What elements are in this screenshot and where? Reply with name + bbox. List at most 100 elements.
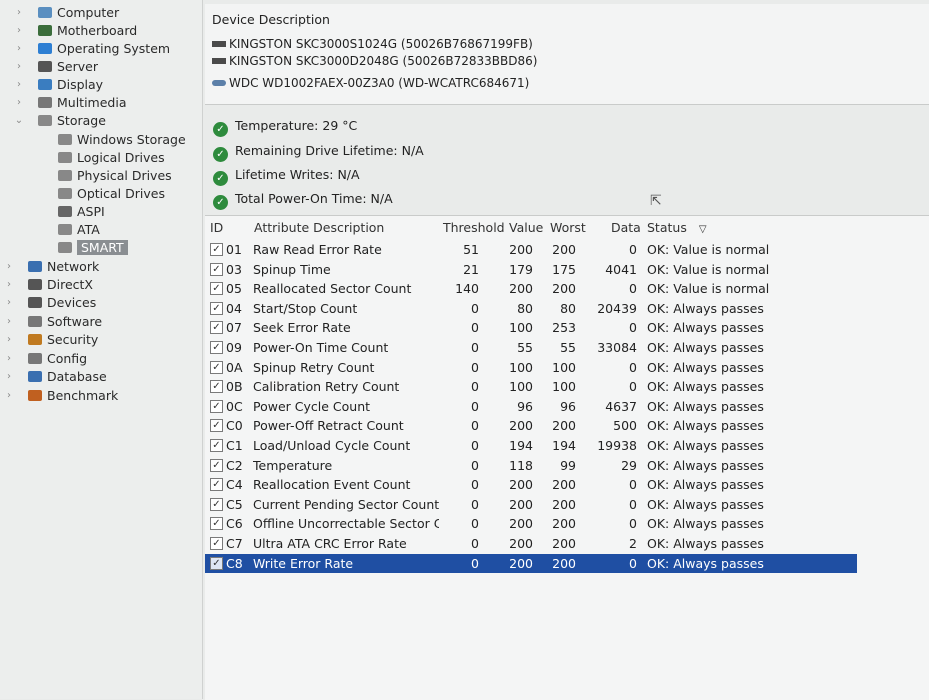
expand-arrow-icon[interactable]: › xyxy=(14,76,24,94)
row-checkbox[interactable]: ✓ xyxy=(210,380,223,394)
tree-item-label: Security xyxy=(47,332,99,347)
row-checkbox[interactable]: ✓ xyxy=(210,282,223,296)
cell-value: 100 xyxy=(509,359,533,375)
expand-arrow-icon[interactable]: › xyxy=(4,387,14,405)
table-row[interactable]: ✓ C7 Ultra ATA CRC Error Rate 0 200 200 2 OK: A… xyxy=(205,534,857,553)
expand-arrow-icon[interactable]: › xyxy=(14,94,24,112)
device-item[interactable]: KINGSTON SKC3000S1024G (50026B76867199FB… xyxy=(212,35,533,53)
tree-item-label: Storage xyxy=(57,113,106,128)
status-text: Temperature: 29 °C xyxy=(235,118,358,133)
tree-item-devices[interactable]: › Devices xyxy=(7,294,96,312)
expand-arrow-icon[interactable]: › xyxy=(14,4,24,22)
tree-item-windows-storage[interactable]: Windows Storage xyxy=(58,131,186,149)
row-checkbox[interactable]: ✓ xyxy=(210,458,223,472)
row-checkbox[interactable]: ✓ xyxy=(210,243,223,256)
cell-status: OK: Always passes xyxy=(647,379,764,395)
tree-item-network[interactable]: › Network xyxy=(7,258,99,276)
database-icon xyxy=(28,371,42,382)
status-item: ✓ Total Power-On Time: N/A xyxy=(213,189,393,210)
tree-item-config[interactable]: › Config xyxy=(7,350,87,368)
column-header-data[interactable]: Data xyxy=(611,216,641,240)
tree-item-physical-drives[interactable]: Physical Drives xyxy=(58,167,172,185)
cell-desc: Reallocation Event Count xyxy=(253,477,411,493)
row-checkbox[interactable]: ✓ xyxy=(210,517,223,531)
cell-value: 100 xyxy=(509,320,533,336)
table-row[interactable]: ✓ 05 Reallocated Sector Count 140 200 200 0 OK:… xyxy=(205,279,857,298)
row-checkbox[interactable]: ✓ xyxy=(210,419,223,433)
cell-status: OK: Always passes xyxy=(647,359,764,375)
column-header-threshold[interactable]: Threshold xyxy=(443,216,505,240)
expand-arrow-icon[interactable]: › xyxy=(4,313,14,331)
column-header-id[interactable]: ID xyxy=(210,216,223,240)
tree-item-ata[interactable]: ATA xyxy=(58,221,100,239)
tree-item-smart[interactable]: SMART xyxy=(58,239,128,257)
table-row[interactable]: ✓ C1 Load/Unload Cycle Count 0 194 194 19938 OK… xyxy=(205,436,857,455)
expand-arrow-icon[interactable]: › xyxy=(14,22,24,40)
expand-arrow-icon[interactable]: › xyxy=(4,368,14,386)
table-row[interactable]: ✓ C4 Reallocation Event Count 0 200 200 0 OK: A… xyxy=(205,475,857,494)
tree-item-display[interactable]: › Display xyxy=(17,76,103,94)
expand-arrow-icon[interactable]: › xyxy=(4,258,14,276)
tree-item-computer[interactable]: › Computer xyxy=(17,4,119,22)
expand-arrow-icon[interactable]: › xyxy=(14,58,24,76)
column-header-description[interactable]: Attribute Description xyxy=(254,216,384,240)
tree-item-directx[interactable]: › DirectX xyxy=(7,276,93,294)
collapse-arrow-icon[interactable]: ⌄ xyxy=(14,112,24,130)
logical-drives-icon xyxy=(58,152,72,163)
table-row[interactable]: ✓ 0B Calibration Retry Count 0 100 100 0 OK: Al… xyxy=(205,377,857,396)
table-row[interactable]: ✓ C0 Power-Off Retract Count 0 200 200 500 OK: … xyxy=(205,416,857,435)
tree-item-motherboard[interactable]: › Motherboard xyxy=(17,22,137,40)
tree-item-server[interactable]: › Server xyxy=(17,58,98,76)
tree-item-operating-system[interactable]: › Operating System xyxy=(17,40,170,58)
cell-id: 01 xyxy=(226,242,242,257)
cell-status: OK: Value is normal xyxy=(647,281,770,297)
row-checkbox[interactable]: ✓ xyxy=(210,341,223,354)
row-checkbox[interactable]: ✓ xyxy=(210,321,223,335)
table-row[interactable]: ✓ 04 Start/Stop Count 0 80 80 20439 OK: Always … xyxy=(205,299,857,318)
row-checkbox[interactable]: ✓ xyxy=(210,360,223,374)
column-header-worst[interactable]: Worst xyxy=(550,216,586,240)
expand-arrow-icon[interactable]: › xyxy=(4,350,14,368)
row-checkbox[interactable]: ✓ xyxy=(210,439,223,452)
expand-arrow-icon[interactable]: › xyxy=(4,294,14,312)
table-row[interactable]: ✓C6 Offline Uncorrectable Sector Co... 0 20… xyxy=(205,514,857,533)
column-header-status[interactable]: Status ▽ xyxy=(647,216,707,240)
tree-item-software[interactable]: › Software xyxy=(7,313,102,331)
tree-item-multimedia[interactable]: › Multimedia xyxy=(17,94,127,112)
device-item[interactable]: KINGSTON SKC3000D2048G (50026B72833BBD86… xyxy=(212,52,537,70)
row-checkbox[interactable]: ✓ xyxy=(210,262,223,276)
column-header-value[interactable]: Value xyxy=(509,216,543,240)
tree-item-optical-drives[interactable]: Optical Drives xyxy=(58,185,165,203)
row-checkbox[interactable]: ✓ xyxy=(210,497,223,511)
table-row[interactable]: ✓ 09 Power-On Time Count 0 55 55 33084 OK: Alwa… xyxy=(205,338,857,357)
table-row[interactable]: ✓ 0C Power Cycle Count 0 96 96 4637 OK: Always … xyxy=(205,397,857,416)
table-row[interactable]: ✓ C8 Write Error Rate 0 200 200 0 OK: Always pa… xyxy=(205,553,857,573)
device-item[interactable]: WDC WD1002FAEX-00Z3A0 (WD-WCATRC684671) xyxy=(212,74,529,92)
cell-data: 4637 xyxy=(605,398,637,414)
cell-desc: Seek Error Rate xyxy=(253,320,351,336)
cell-status: OK: Always passes xyxy=(647,477,764,493)
tree-item-aspi[interactable]: ASPI xyxy=(58,203,105,221)
expand-arrow-icon[interactable]: › xyxy=(14,40,24,58)
tree-item-logical-drives[interactable]: Logical Drives xyxy=(58,149,165,167)
tree-item-security[interactable]: › Security xyxy=(7,331,99,349)
table-row[interactable]: ✓ 0A Spinup Retry Count 0 100 100 0 OK: Always … xyxy=(205,358,857,377)
tree-item-benchmark[interactable]: › Benchmark xyxy=(7,387,118,405)
cell-value: 80 xyxy=(517,300,533,316)
expand-arrow-icon[interactable]: › xyxy=(4,331,14,349)
row-checkbox[interactable]: ✓ xyxy=(210,399,223,413)
table-row[interactable]: ✓ 07 Seek Error Rate 0 100 253 0 OK: Always pas… xyxy=(205,318,857,337)
table-row[interactable]: ✓ C2 Temperature 0 118 99 29 OK: Always passes xyxy=(205,456,857,475)
sort-icon: ▽ xyxy=(698,224,707,235)
table-row[interactable]: ✓ C5 Current Pending Sector Count 0 200 200 0 O… xyxy=(205,495,857,514)
row-checkbox[interactable]: ✓ xyxy=(210,537,223,550)
row-checkbox[interactable]: ✓ xyxy=(210,301,223,315)
expand-arrow-icon[interactable]: › xyxy=(4,276,14,294)
table-row[interactable]: ✓ 01 Raw Read Error Rate 51 200 200 0 OK: Value… xyxy=(205,240,857,259)
cell-desc: Power-On Time Count xyxy=(253,340,389,355)
row-checkbox[interactable]: ✓ xyxy=(210,556,223,570)
row-checkbox[interactable]: ✓ xyxy=(210,478,223,492)
table-row[interactable]: ✓ 03 Spinup Time 21 179 175 4041 OK: Value is n… xyxy=(205,260,857,279)
tree-item-storage[interactable]: ⌄ Storage xyxy=(15,112,106,130)
tree-item-database[interactable]: › Database xyxy=(7,368,107,386)
